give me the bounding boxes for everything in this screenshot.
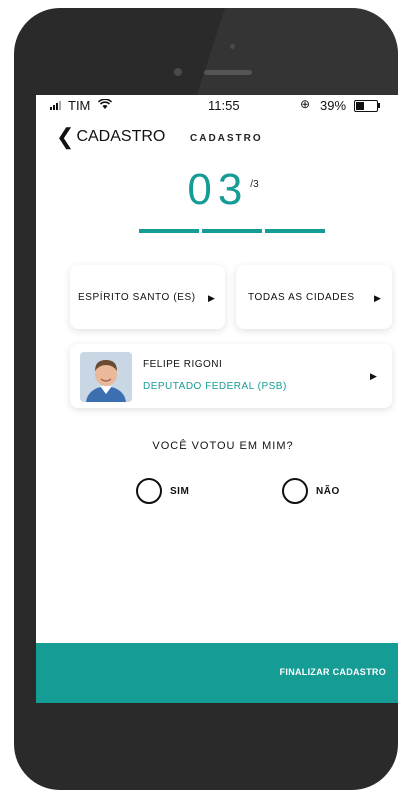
caret-right-icon: ▶ <box>370 371 377 381</box>
city-selector-label: TODAS AS CIDADES <box>248 292 355 303</box>
progress-segment <box>202 229 262 233</box>
candidate-avatar <box>80 352 132 402</box>
step-counter: 03/3 <box>36 165 398 215</box>
proximity-sensor <box>230 44 235 49</box>
navigation-bar: ❮ CADASTRO CADASTRO <box>36 119 398 153</box>
front-camera <box>174 68 182 76</box>
caret-right-icon: ▶ <box>208 293 215 303</box>
back-button[interactable]: ❮ CADASTRO <box>56 124 166 149</box>
radio-circle <box>136 478 162 504</box>
earpiece-speaker <box>204 70 252 75</box>
battery-tip <box>378 103 380 108</box>
app-screen: TIM 11:55 ⊕ 39% ❮ CADASTRO CADASTRO 03/3 <box>36 95 398 703</box>
radio-yes-label: SIM <box>170 485 190 497</box>
candidate-card[interactable]: FELIPE RIGONI DEPUTADO FEDERAL (PSB) ▶ <box>70 344 392 408</box>
progress-segment <box>265 229 325 233</box>
status-bar: TIM 11:55 ⊕ 39% <box>36 95 398 117</box>
step-current: 03 <box>187 165 249 214</box>
candidate-name: FELIPE RIGONI <box>143 359 223 370</box>
alarm-icon: ⊕ <box>300 97 311 111</box>
progress-segment <box>139 229 199 233</box>
page-title: CADASTRO <box>190 133 263 144</box>
state-selector[interactable]: ESPÍRITO SANTO (ES) ▶ <box>70 265 225 329</box>
battery-icon <box>354 100 378 112</box>
progress-bar <box>139 229 325 233</box>
status-time: 11:55 <box>208 98 240 113</box>
battery-percent: 39% <box>320 98 347 113</box>
state-selector-label: ESPÍRITO SANTO (ES) <box>78 292 196 303</box>
caret-right-icon: ▶ <box>374 293 381 303</box>
candidate-role: DEPUTADO FEDERAL (PSB) <box>143 381 287 392</box>
city-selector[interactable]: TODAS AS CIDADES ▶ <box>236 265 392 329</box>
chevron-left-icon: ❮ <box>56 124 75 149</box>
radio-no[interactable]: NÃO <box>282 478 340 504</box>
radio-yes[interactable]: SIM <box>136 478 189 504</box>
step-total: /3 <box>250 179 259 190</box>
signal-strength-icon <box>50 101 61 110</box>
carrier-name: TIM <box>68 98 91 113</box>
finish-button-label: FINALIZAR CADASTRO <box>279 667 386 677</box>
back-label: CADASTRO <box>76 128 166 145</box>
radio-circle <box>282 478 308 504</box>
vote-question: VOCÊ VOTOU EM MIM? <box>152 440 294 452</box>
finish-registration-button[interactable]: FINALIZAR CADASTRO <box>36 643 398 703</box>
radio-no-label: NÃO <box>316 485 340 497</box>
phone-frame: TIM 11:55 ⊕ 39% ❮ CADASTRO CADASTRO 03/3 <box>14 8 398 790</box>
wifi-icon <box>97 98 113 113</box>
